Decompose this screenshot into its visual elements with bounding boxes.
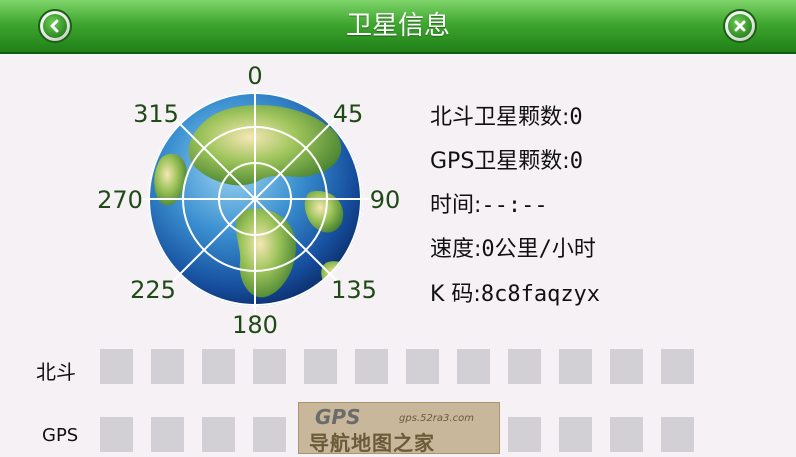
code-value: 8c8faqzyx — [480, 282, 601, 307]
speed-value: 0公里/小时 — [481, 237, 596, 262]
beidou-count-row: 北斗卫星颗数:0 — [430, 99, 583, 131]
close-x-icon — [728, 14, 752, 38]
time-row: 时间:--:-- — [430, 187, 548, 219]
gps-signal-slot — [151, 417, 184, 452]
satellite-sky-view: 0 45 90 135 180 225 270 315 — [90, 62, 420, 339]
gps-signal-slot — [202, 417, 235, 452]
beidou-count-value: 0 — [569, 105, 583, 130]
beidou-signal-slot — [610, 349, 643, 384]
code-row: K 码:8c8faqzyx — [430, 276, 600, 308]
beidou-signal-slot — [304, 349, 337, 384]
gps-signal-slot — [508, 417, 541, 452]
compass-label-90: 90 — [370, 186, 401, 214]
beidou-signal-slot — [202, 349, 235, 384]
beidou-signal-slot — [151, 349, 184, 384]
beidou-signal-slot — [457, 349, 490, 384]
time-value: --:-- — [481, 193, 548, 218]
speed-label: 速度: — [430, 237, 482, 262]
beidou-signal-slot — [100, 349, 133, 384]
beidou-signal-slot — [406, 349, 439, 384]
compass-label-45: 45 — [333, 100, 364, 128]
back-arrow-icon — [43, 14, 67, 38]
beidou-signal-slot — [508, 349, 541, 384]
compass-label-225: 225 — [130, 276, 176, 304]
compass-label-315: 315 — [133, 100, 179, 128]
gps-signal-slot — [253, 417, 286, 452]
beidou-signal-slot — [253, 349, 286, 384]
gps-signal-slot — [610, 417, 643, 452]
watermark-logo: GPS gps.52ra3.com 导航地图之家 — [298, 402, 500, 455]
back-button[interactable] — [38, 9, 72, 43]
gps-count-row: GPS卫星颗数:0 — [430, 143, 583, 175]
compass-label-270: 270 — [97, 186, 143, 214]
time-label: 时间: — [430, 193, 482, 218]
gps-signal-slot — [661, 417, 694, 452]
gps-count-label: GPS卫星颗数: — [430, 149, 570, 174]
gps-row-label: GPS — [42, 425, 79, 446]
watermark-gps-text: GPS — [315, 405, 361, 429]
beidou-count-label: 北斗卫星颗数: — [430, 105, 570, 130]
code-label: K 码: — [430, 282, 481, 307]
gps-signal-slot — [100, 417, 133, 452]
gps-count-value: 0 — [569, 149, 583, 174]
close-button[interactable] — [723, 9, 757, 43]
beidou-signal-slot — [559, 349, 592, 384]
page-title: 卫星信息 — [345, 11, 450, 41]
compass-label-0: 0 — [247, 62, 262, 90]
gps-signal-slot — [559, 417, 592, 452]
watermark-name: 导航地图之家 — [309, 431, 435, 455]
compass-label-180: 180 — [232, 311, 278, 337]
beidou-row-label: 北斗 — [36, 360, 76, 384]
compass-label-135: 135 — [331, 276, 377, 304]
beidou-signal-slot — [355, 349, 388, 384]
speed-row: 速度:0公里/小时 — [430, 231, 596, 263]
watermark-url: gps.52ra3.com — [399, 413, 474, 424]
beidou-signal-slot — [661, 349, 694, 384]
